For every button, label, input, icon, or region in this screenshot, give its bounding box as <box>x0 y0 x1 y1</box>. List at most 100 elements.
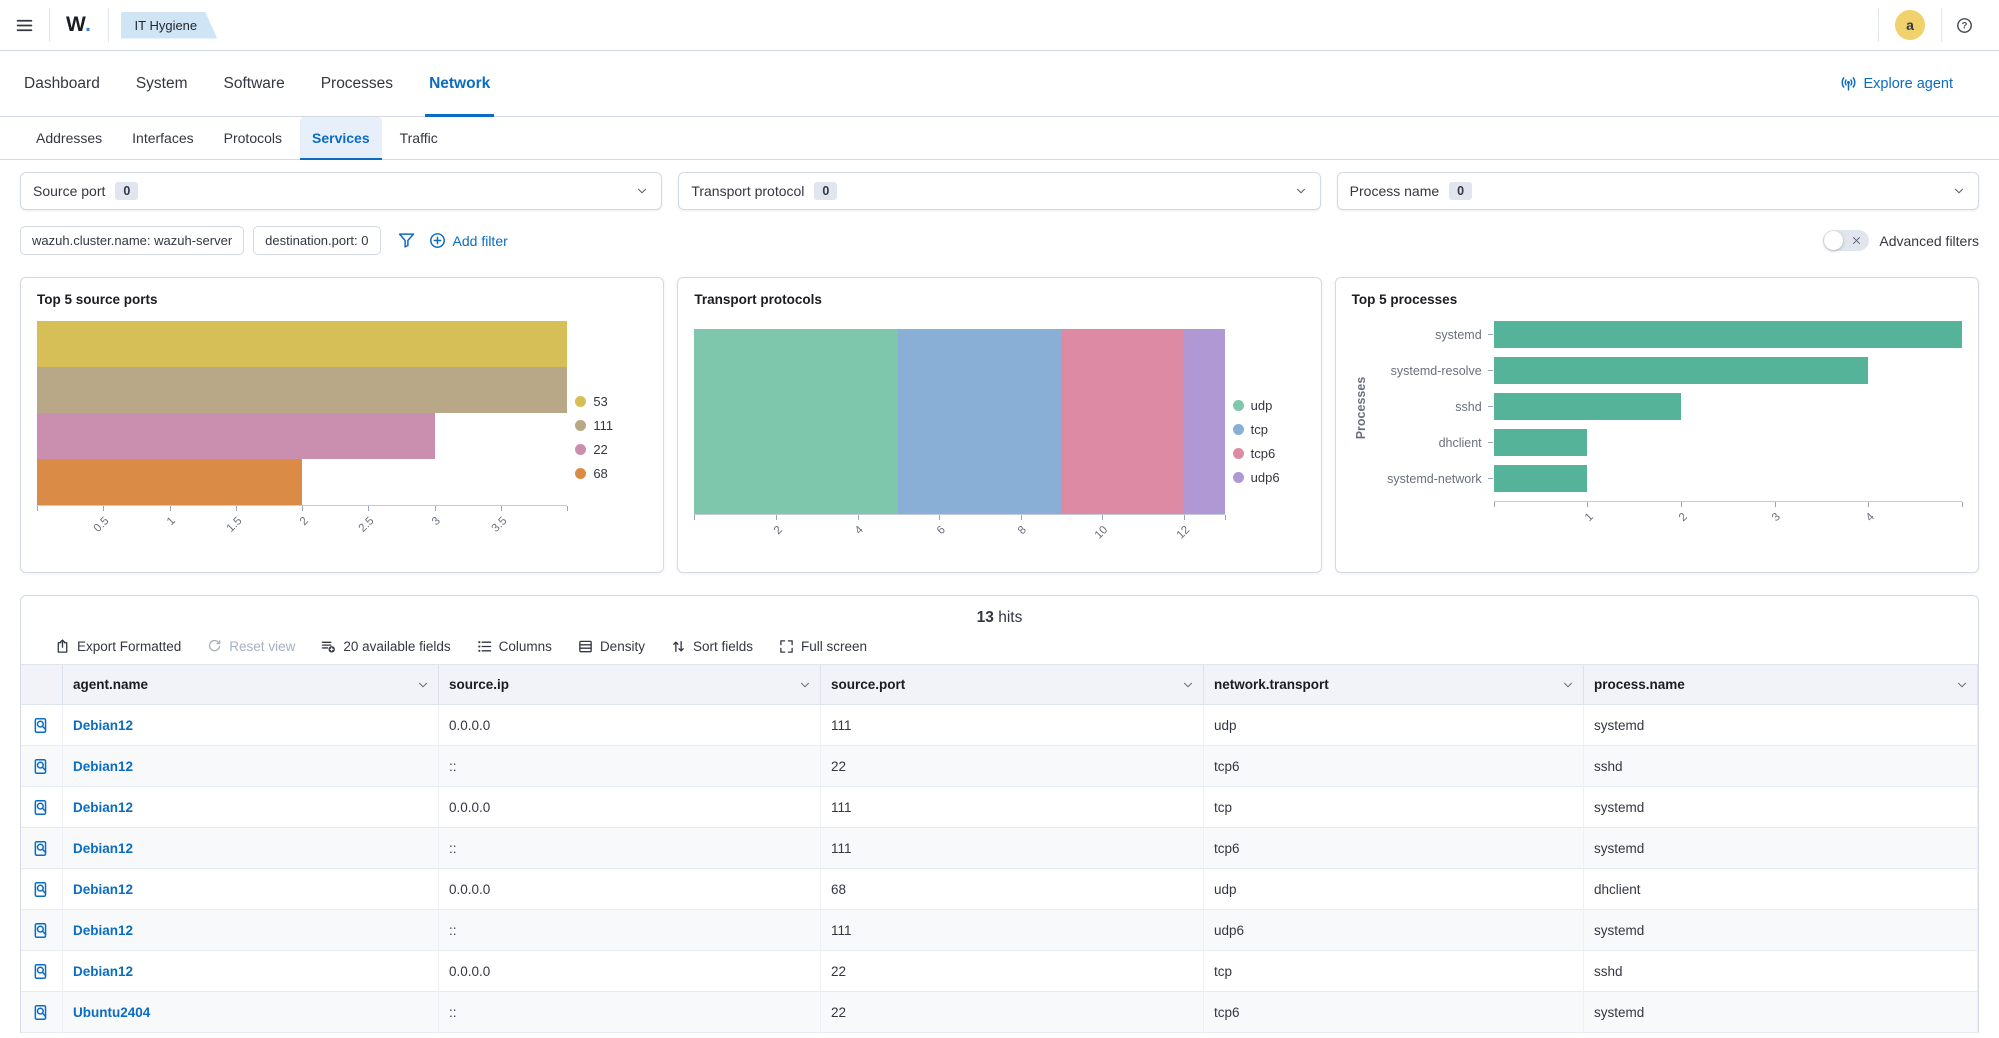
column-header-source-ip[interactable]: source.ip <box>439 665 821 704</box>
axis-tick-label: 2 <box>298 515 311 528</box>
toolbar-columns-button[interactable]: Columns <box>477 639 552 654</box>
axis-tick-mark <box>1587 502 1588 507</box>
subtab-services[interactable]: Services <box>300 117 382 159</box>
expand-row-button[interactable] <box>21 828 63 869</box>
bar-53[interactable] <box>37 321 567 367</box>
chevron-down-icon[interactable] <box>798 678 812 692</box>
subtab-protocols[interactable]: Protocols <box>212 117 294 159</box>
filter-dropdown-process-name[interactable]: Process name0 <box>1337 172 1979 210</box>
explore-agent-button[interactable]: Explore agent <box>1840 51 1953 116</box>
agent-link[interactable]: Debian12 <box>73 882 133 897</box>
bar-22[interactable] <box>37 413 435 459</box>
cell-process-name: dhclient <box>1584 869 1978 910</box>
wazuh-logo[interactable]: W. <box>50 13 108 37</box>
agent-link[interactable]: Debian12 <box>73 800 133 815</box>
toolbar-sort-fields-button[interactable]: Sort fields <box>671 639 753 654</box>
close-icon <box>1850 234 1863 247</box>
tab-processes[interactable]: Processes <box>321 51 393 116</box>
tab-system[interactable]: System <box>136 51 188 116</box>
column-header-source-port[interactable]: source.port <box>821 665 1204 704</box>
expand-row-button[interactable] <box>21 869 63 910</box>
toolbar-reset-view-button[interactable]: Reset view <box>207 639 295 654</box>
axis-tick-label: 1.5 <box>225 515 245 535</box>
legend-dot <box>1233 424 1244 435</box>
column-header-agent-name[interactable]: agent.name <box>63 665 439 704</box>
cell-source-port: 22 <box>821 951 1204 992</box>
column-header-network-transport[interactable]: network.transport <box>1204 665 1584 704</box>
expand-row-button[interactable] <box>21 787 63 828</box>
agent-link[interactable]: Debian12 <box>73 923 133 938</box>
expand-row-button[interactable] <box>21 951 63 992</box>
agent-link[interactable]: Ubuntu2404 <box>73 1005 150 1020</box>
toolbar-label: Sort fields <box>693 639 753 654</box>
filter-dropdown-source-port[interactable]: Source port0 <box>20 172 662 210</box>
tab-software[interactable]: Software <box>224 51 285 116</box>
tab-network[interactable]: Network <box>429 51 490 116</box>
subtab-addresses[interactable]: Addresses <box>24 117 114 159</box>
bar-systemd-resolve[interactable] <box>1494 357 1869 384</box>
bar-systemd-network[interactable] <box>1494 465 1588 492</box>
table-header-row: agent.namesource.ipsource.portnetwork.tr… <box>21 664 1978 705</box>
bar-68[interactable] <box>37 459 302 505</box>
advanced-filters-toggle[interactable] <box>1823 230 1869 251</box>
bar-segment-udp[interactable] <box>694 329 898 514</box>
agent-link[interactable]: Debian12 <box>73 964 133 979</box>
user-avatar[interactable]: a <box>1895 10 1925 40</box>
tab-dashboard[interactable]: Dashboard <box>24 51 100 116</box>
add-filter-button[interactable]: Add filter <box>429 232 508 249</box>
help-button[interactable]: ? <box>1956 17 1973 34</box>
filter-options-button[interactable] <box>398 232 415 249</box>
axis-tick-label: 4 <box>1864 511 1877 524</box>
legend-item: 111 <box>575 418 647 433</box>
menu-button[interactable] <box>0 17 49 34</box>
chevron-down-icon[interactable] <box>416 678 430 692</box>
agent-link[interactable]: Debian12 <box>73 718 133 733</box>
subtab-traffic[interactable]: Traffic <box>388 117 450 159</box>
toolbar-density-button[interactable]: Density <box>578 639 645 654</box>
expand-row-button[interactable] <box>21 746 63 787</box>
bar-systemd[interactable] <box>1494 321 1962 348</box>
expand-row-button[interactable] <box>21 910 63 951</box>
column-header-process-name[interactable]: process.name <box>1584 665 1978 704</box>
toolbar-20-available-fields-button[interactable]: 20 available fields <box>321 639 450 654</box>
cell-agent-name: Debian12 <box>63 705 439 746</box>
bar-sshd[interactable] <box>1494 393 1681 420</box>
axis-tick-mark <box>1681 502 1682 507</box>
table-toolbar: Export Formatted Reset view 20 available f… <box>21 633 1978 664</box>
chevron-down-icon[interactable] <box>1955 678 1969 692</box>
toolbar-full-screen-button[interactable]: Full screen <box>779 639 867 654</box>
axis-tick-mark <box>302 506 303 511</box>
axis-tick-mark <box>776 515 777 520</box>
bar-segment-tcp6[interactable] <box>1061 329 1183 514</box>
axis-tick-label: 1 <box>1583 511 1596 524</box>
filter-pill[interactable]: destination.port: 0 <box>253 226 380 255</box>
chart-card-top-5-processes: Top 5 processesProcessessystemdsystemd-r… <box>1335 277 1979 573</box>
bar-dhclient[interactable] <box>1494 429 1588 456</box>
cell-process-name: systemd <box>1584 910 1978 951</box>
bar-111[interactable] <box>37 367 567 413</box>
legend-item: 53 <box>575 394 647 409</box>
bar-segment-udp6[interactable] <box>1184 329 1225 514</box>
chevron-down-icon[interactable] <box>1181 678 1195 692</box>
agent-link[interactable]: Debian12 <box>73 841 133 856</box>
chart-legend: 531112268 <box>567 321 647 553</box>
filter-dropdown-transport-protocol[interactable]: Transport protocol0 <box>678 172 1320 210</box>
category-label: systemd <box>1370 328 1488 342</box>
inspect-icon <box>33 922 50 939</box>
filter-pill[interactable]: wazuh.cluster.name: wazuh-server <box>20 226 244 255</box>
plus-circle-icon <box>429 232 446 249</box>
toolbar-export-formatted-button[interactable]: Export Formatted <box>55 639 181 654</box>
y-axis-label: Processes <box>1354 371 1368 445</box>
agent-link[interactable]: Debian12 <box>73 759 133 774</box>
expand-row-button[interactable] <box>21 705 63 746</box>
axis-tick-mark <box>939 515 940 520</box>
cell-network-transport: tcp <box>1204 951 1584 992</box>
expand-row-button[interactable] <box>21 992 63 1033</box>
chevron-down-icon[interactable] <box>1561 678 1575 692</box>
axis-tick-mark <box>1102 515 1103 520</box>
filter-dropdowns-row: Source port0 Transport protocol0 Process n… <box>20 172 1979 210</box>
subtab-interfaces[interactable]: Interfaces <box>120 117 205 159</box>
dropdown-label: Transport protocol <box>691 183 804 199</box>
axis-tick-mark <box>501 506 502 511</box>
bar-segment-tcp[interactable] <box>898 329 1061 514</box>
